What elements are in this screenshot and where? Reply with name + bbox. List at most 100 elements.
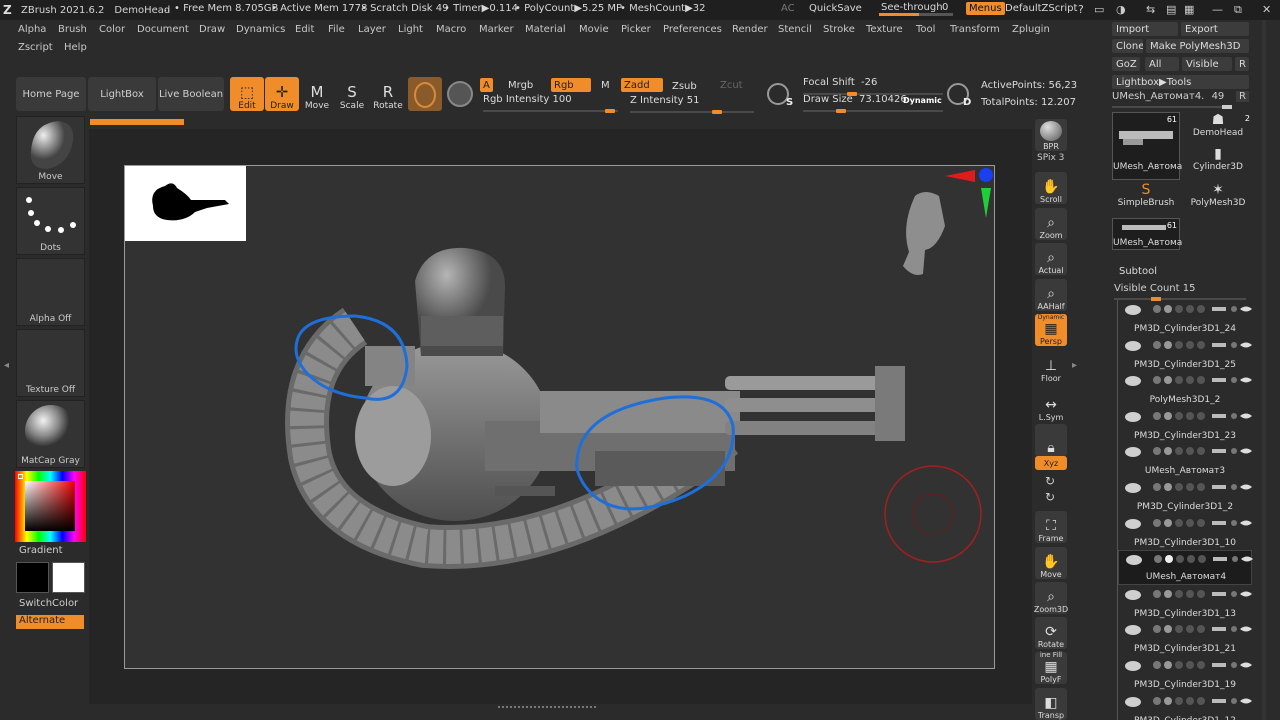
import-button[interactable]: Import bbox=[1112, 22, 1178, 36]
menu-color[interactable]: Color bbox=[99, 24, 125, 35]
menu-light[interactable]: Light bbox=[398, 24, 423, 35]
layout-icon[interactable]: ▭ bbox=[1094, 3, 1104, 16]
menu-help[interactable]: Help bbox=[64, 42, 87, 53]
left-tray-arrow-icon[interactable]: ◂ bbox=[4, 360, 9, 376]
subtool-toggles[interactable] bbox=[1152, 411, 1252, 421]
r-button[interactable]: R bbox=[1235, 57, 1249, 71]
color-sphere-icon[interactable] bbox=[447, 81, 473, 107]
material-selector[interactable]: MatCap Gray bbox=[16, 400, 85, 468]
subtool-toggles[interactable] bbox=[1152, 375, 1252, 385]
secondary-color-swatch[interactable] bbox=[16, 562, 49, 593]
zsub-toggle[interactable]: Zsub bbox=[669, 79, 700, 93]
ui-icon-2[interactable]: ▦ bbox=[1184, 3, 1194, 16]
quicksave-button[interactable]: QuickSave bbox=[809, 3, 862, 14]
rgb-toggle[interactable]: Rgb bbox=[551, 78, 591, 92]
color-picker[interactable] bbox=[15, 471, 86, 542]
lsym-button[interactable]: ↔ L.Sym bbox=[1035, 390, 1067, 422]
maximize-button[interactable]: ⧉ bbox=[1234, 3, 1242, 17]
move-view-button[interactable]: ✋ Move bbox=[1035, 547, 1067, 579]
primary-color-swatch[interactable] bbox=[52, 562, 85, 593]
orientation-gizmo[interactable] bbox=[903, 168, 993, 275]
menu-texture[interactable]: Texture bbox=[866, 24, 903, 35]
rotate-mode-button[interactable]: R Rotate bbox=[371, 77, 405, 111]
tool-tile-cylinder[interactable]: ▮ Cylinder3D bbox=[1184, 146, 1252, 180]
transp-button[interactable]: ◧ Transp bbox=[1035, 688, 1067, 720]
texture-selector[interactable]: Texture Off bbox=[16, 329, 85, 397]
tool-tile-polymesh[interactable]: ✶ PolyMesh3D bbox=[1184, 182, 1252, 216]
menu-document[interactable]: Document bbox=[137, 24, 189, 35]
current-material-button[interactable] bbox=[408, 77, 442, 111]
home-page-button[interactable]: Home Page bbox=[16, 77, 86, 111]
tool-tile-demohead[interactable]: 2 ☗ DemoHead bbox=[1184, 112, 1252, 146]
xyz-button[interactable]: Xyz bbox=[1035, 456, 1067, 470]
subtool-toggles[interactable] bbox=[1153, 554, 1253, 564]
menu-tool[interactable]: Tool bbox=[916, 24, 935, 35]
visible-count-slider[interactable]: Visible Count 15 bbox=[1114, 283, 1249, 301]
swap-icon[interactable]: ⇆ bbox=[1146, 3, 1155, 16]
tool-tile-simplebrush[interactable]: S SimpleBrush bbox=[1112, 182, 1180, 216]
bottom-tray-handle[interactable] bbox=[498, 706, 596, 714]
menu-movie[interactable]: Movie bbox=[579, 24, 609, 35]
menu-stroke[interactable]: Stroke bbox=[823, 24, 855, 35]
alpha-selector[interactable]: Alpha Off bbox=[16, 258, 85, 326]
default-zscript-button[interactable]: DefaultZScript bbox=[1005, 3, 1077, 14]
switchcolor-button[interactable]: SwitchColor bbox=[19, 598, 78, 609]
a-toggle[interactable]: A bbox=[480, 78, 493, 92]
close-button[interactable]: ✕ bbox=[1262, 3, 1271, 16]
zadd-toggle[interactable]: Zadd bbox=[621, 78, 663, 92]
rgb-intensity-slider[interactable]: Rgb Intensity 100 bbox=[483, 94, 618, 113]
subtool-item[interactable]: PM3D_Cylinder3D1_19 bbox=[1118, 657, 1252, 692]
clone-button[interactable]: Clone bbox=[1112, 39, 1143, 53]
subtool-item[interactable]: PM3D_Cylinder3D1_13 bbox=[1118, 586, 1252, 621]
mrgb-toggle[interactable]: Mrgb bbox=[505, 78, 536, 92]
zcut-toggle[interactable]: Zcut bbox=[717, 78, 746, 92]
menu-marker[interactable]: Marker bbox=[479, 24, 514, 35]
zoom3d-button[interactable]: ⌕ Zoom3D bbox=[1034, 582, 1068, 614]
ac-button[interactable]: AC bbox=[781, 3, 795, 14]
right-panel-scrollbar[interactable] bbox=[1262, 20, 1266, 720]
viewport-canvas[interactable] bbox=[124, 165, 995, 669]
stroke-selector[interactable]: Dots bbox=[16, 187, 85, 255]
subtool-item[interactable]: UMesh_Автомат4 bbox=[1118, 550, 1253, 586]
rotate-y-icon[interactable]: ↻ bbox=[1045, 474, 1055, 488]
dynamic-toggle[interactable]: Dynamic bbox=[903, 96, 942, 105]
subtool-title[interactable]: Subtool bbox=[1119, 266, 1157, 277]
subtool-item[interactable]: PolyMesh3D1_2 bbox=[1118, 372, 1252, 407]
all-button[interactable]: All bbox=[1145, 57, 1179, 71]
menu-stencil[interactable]: Stencil bbox=[778, 24, 812, 35]
floor-button[interactable]: ⊥ Floor bbox=[1035, 351, 1067, 383]
gradient-label[interactable]: Gradient bbox=[19, 545, 63, 556]
subtool-item[interactable]: UMesh_Автомат3 bbox=[1118, 443, 1252, 478]
subtool-toggles[interactable] bbox=[1152, 696, 1252, 706]
color-square[interactable] bbox=[25, 481, 75, 531]
live-boolean-button[interactable]: Live Boolean bbox=[158, 77, 224, 111]
scroll-button[interactable]: ✋ Scroll bbox=[1035, 172, 1067, 204]
menu-edit[interactable]: Edit bbox=[295, 24, 314, 35]
menu-file[interactable]: File bbox=[328, 24, 345, 35]
visible-button[interactable]: Visible bbox=[1182, 57, 1232, 71]
goz-button[interactable]: GoZ bbox=[1112, 57, 1140, 71]
ui-icon-1[interactable]: ▤ bbox=[1166, 3, 1176, 16]
subtool-item[interactable]: PM3D_Cylinder3D1_10 bbox=[1118, 515, 1252, 550]
lightbox-tools-button[interactable]: Lightbox▶Tools bbox=[1112, 75, 1249, 89]
z-intensity-slider[interactable]: Z Intensity 51 bbox=[630, 95, 754, 114]
menu-macro[interactable]: Macro bbox=[436, 24, 466, 35]
scale-mode-button[interactable]: S Scale bbox=[335, 77, 369, 111]
menu-render[interactable]: Render bbox=[732, 24, 768, 35]
move-mode-button[interactable]: M Move bbox=[300, 77, 334, 111]
rotate-z-icon[interactable]: ↻ bbox=[1045, 490, 1055, 504]
bpr-button[interactable]: BPR bbox=[1035, 119, 1067, 151]
subtool-toggles[interactable] bbox=[1152, 340, 1252, 350]
subtool-toggles[interactable] bbox=[1152, 660, 1252, 670]
export-button[interactable]: Export bbox=[1181, 22, 1249, 36]
seethrough-slider[interactable] bbox=[879, 13, 953, 16]
menu-picker[interactable]: Picker bbox=[621, 24, 651, 35]
subtool-item[interactable]: PM3D_Cylinder3D1_12 bbox=[1118, 693, 1252, 720]
subtool-toggles[interactable] bbox=[1152, 446, 1252, 456]
menu-zplugin[interactable]: Zplugin bbox=[1012, 24, 1050, 35]
menu-transform[interactable]: Transform bbox=[950, 24, 1000, 35]
menu-draw[interactable]: Draw bbox=[199, 24, 225, 35]
frame-button[interactable]: ⛶ Frame bbox=[1035, 511, 1067, 543]
draw-mode-button[interactable]: ✛ Draw bbox=[265, 77, 299, 111]
menu-zscript[interactable]: Zscript bbox=[18, 42, 53, 53]
